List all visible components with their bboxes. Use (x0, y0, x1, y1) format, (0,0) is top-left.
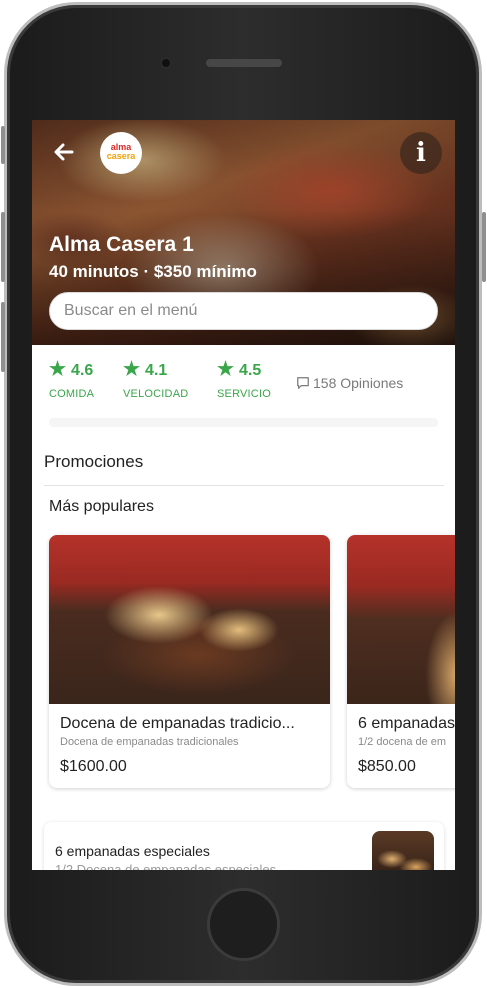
product-image-empanadas (49, 535, 330, 704)
menu-list-item[interactable]: 6 empanadas especiales 1/2 Docena de emp… (44, 822, 444, 870)
restaurant-name: Alma Casera 1 (49, 233, 194, 256)
list-item-image (372, 831, 434, 870)
volume-up-button (1, 212, 5, 282)
rating-food-value: 4.6 (71, 362, 94, 379)
home-button[interactable] (207, 888, 280, 961)
rating-service: ★ 4.5 SERVICIO (217, 358, 271, 400)
product-title: 6 empanadas (358, 715, 455, 732)
rating-speed-value: 4.1 (145, 362, 168, 379)
star-icon: ★ (49, 359, 67, 380)
product-title: Docena de empanadas tradicio... (60, 715, 295, 732)
restaurant-delivery-info: 40 minutos · $350 mínimo (49, 262, 257, 281)
list-item-title: 6 empanadas especiales (55, 843, 210, 859)
rating-food-label: COMIDA (49, 388, 95, 400)
rating-service-label: SERVICIO (217, 388, 271, 400)
app-screen: alma casera i Alma Casera 1 40 minutos ·… (32, 120, 455, 870)
back-button[interactable] (46, 134, 82, 170)
rating-speed: ★ 4.1 VELOCIDAD (123, 358, 188, 400)
rating-speed-label: VELOCIDAD (123, 388, 189, 400)
logo-text-casera: casera (106, 151, 136, 161)
list-item-description: 1/2 Docena de empanadas especiales (55, 862, 277, 870)
info-button[interactable]: i (400, 132, 442, 174)
product-image-empanadas (347, 535, 455, 704)
popular-item-card[interactable]: 6 empanadas 1/2 docena de em $850.00 (347, 535, 455, 788)
promotions-heading[interactable]: Promociones (44, 452, 143, 472)
rating-food: ★ 4.6 COMIDA (49, 358, 94, 400)
product-description: Docena de empanadas tradicionales (60, 736, 239, 748)
restaurant-header: alma casera i Alma Casera 1 40 minutos ·… (32, 120, 455, 345)
star-icon: ★ (217, 359, 235, 380)
popular-item-card[interactable]: Docena de empanadas tradicio... Docena d… (49, 535, 330, 788)
mute-switch (1, 126, 5, 164)
product-description: 1/2 docena de em (358, 736, 447, 748)
star-icon: ★ (123, 359, 141, 380)
ratings-bar: ★ 4.6 COMIDA ★ 4.1 VELOCIDAD ★ 4.5 SERVICIO… (32, 358, 455, 408)
opinions-link[interactable]: 158 Opiniones (296, 375, 403, 391)
menu-search-input[interactable]: Buscar en el menú (49, 292, 438, 330)
chat-bubble-icon (297, 377, 309, 389)
opinions-count: 158 Opiniones (313, 375, 404, 391)
restaurant-logo: alma casera (100, 132, 142, 174)
front-camera (160, 57, 172, 69)
arrow-left-icon (54, 143, 74, 161)
product-price: $850.00 (358, 758, 416, 775)
section-divider (44, 485, 444, 486)
product-price: $1600.00 (60, 758, 127, 775)
power-button (482, 212, 486, 282)
rating-service-value: 4.5 (239, 362, 262, 379)
ratings-divider (49, 418, 438, 427)
volume-down-button (1, 302, 5, 372)
info-icon: i (416, 138, 426, 168)
popular-heading: Más populares (49, 498, 154, 515)
earpiece-speaker (206, 59, 282, 67)
